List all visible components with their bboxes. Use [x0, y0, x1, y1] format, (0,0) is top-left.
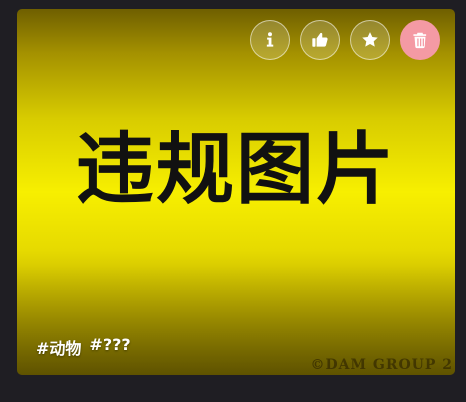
image-card[interactable]: 违规图片 #动物 #??? ©DAM GROUP 2 — [17, 9, 455, 375]
trash-icon — [413, 32, 427, 49]
info-icon — [266, 32, 274, 47]
thumbs-up-icon — [312, 32, 328, 47]
delete-button[interactable] — [400, 20, 440, 60]
tag-item[interactable]: #动物 — [36, 335, 81, 359]
image-watermark: ©DAM GROUP 2 — [310, 357, 453, 373]
image-banner-text: 违规图片 — [75, 125, 396, 215]
tag-item[interactable]: #??? — [89, 335, 130, 359]
card-action-buttons — [250, 20, 440, 60]
star-icon — [362, 32, 378, 47]
favorite-button[interactable] — [350, 20, 390, 60]
tag-list: #动物 #??? — [36, 335, 131, 359]
info-button[interactable] — [250, 20, 290, 60]
like-button[interactable] — [300, 20, 340, 60]
